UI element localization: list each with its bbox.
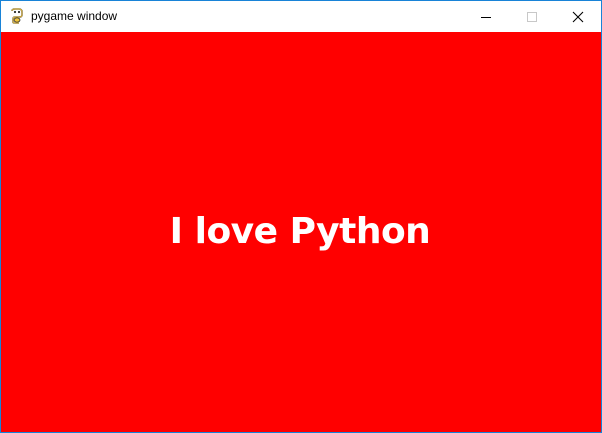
- close-icon: [572, 11, 584, 22]
- minimize-button[interactable]: [463, 1, 509, 32]
- python-snake-icon[interactable]: [9, 8, 25, 24]
- close-button[interactable]: [555, 1, 601, 32]
- game-canvas[interactable]: I love Python: [1, 32, 601, 432]
- pygame-window: pygame window I love Python: [0, 0, 602, 433]
- maximize-button[interactable]: [509, 1, 555, 32]
- minimize-icon: [481, 16, 491, 18]
- maximize-icon: [527, 11, 537, 22]
- window-title: pygame window: [31, 9, 118, 23]
- canvas-message-text: I love Python: [169, 211, 431, 252]
- title-bar[interactable]: pygame window: [1, 1, 601, 32]
